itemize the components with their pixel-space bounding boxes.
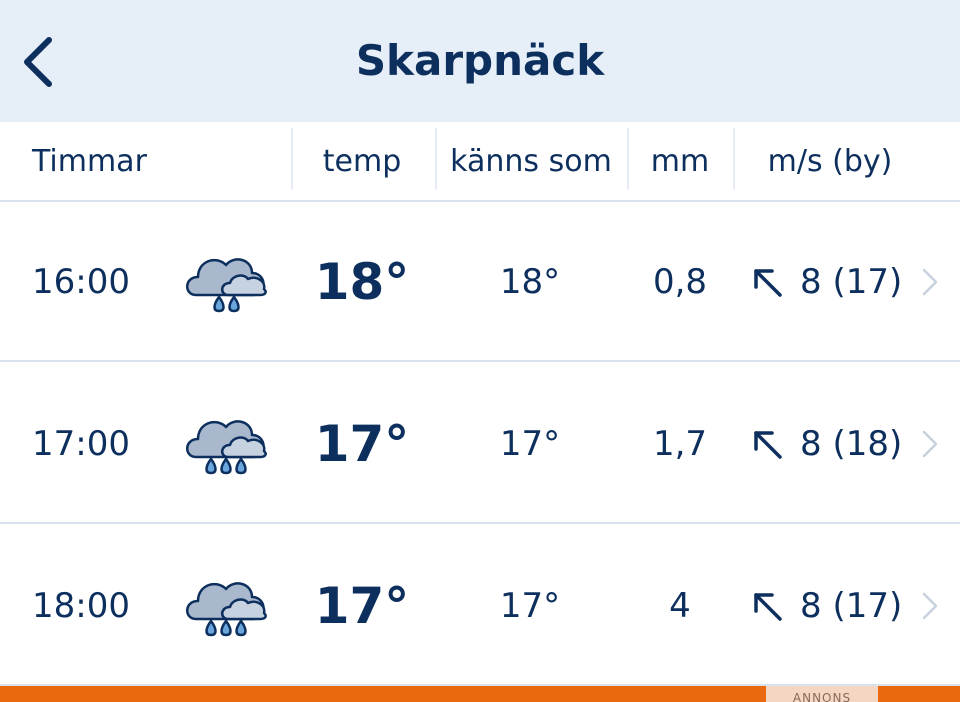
top-bar: Skarpnäck [0,0,960,122]
arrow-up-left-icon [750,262,790,302]
chevron-right-icon [920,202,944,362]
row-feels-like: 17° [499,424,561,464]
row-wind-value: 8 (17) [800,262,903,302]
row-temp: 17° [314,577,410,635]
rain-cloud-icon [182,202,272,362]
row-precip: 1,7 [652,424,708,464]
row-wind: 8 (18) [750,364,910,524]
page-title: Skarpnäck [355,36,605,85]
table-row[interactable]: 16:00 18° 18° 0,8 8 (17) [0,202,960,362]
column-divider [733,128,735,190]
column-header-hours: Timmar [32,143,147,179]
column-header-row: Timmar temp känns som mm m/s (by) [0,122,960,202]
column-divider [627,128,629,190]
row-time: 18:00 [32,586,130,626]
table-row[interactable]: 18:00 17° 17° 4 8 (17) [0,526,960,686]
row-wind: 8 (17) [750,202,910,362]
row-wind-value: 8 (17) [800,586,903,626]
ad-label: ANNONS [766,686,878,702]
column-divider [291,128,293,190]
table-row[interactable]: 17:00 17° 17° 1,7 8 (18) [0,364,960,524]
row-feels-like: 18° [499,262,561,302]
rain-cloud-icon [182,526,272,686]
chevron-right-icon [920,364,944,524]
row-precip: 4 [669,586,691,626]
rain-cloud-icon [182,364,272,524]
column-header-temp: temp [322,143,402,179]
column-header-precip: mm [650,143,710,179]
row-feels-like: 17° [499,586,561,626]
row-temp: 17° [314,415,410,473]
row-temp: 18° [314,253,410,311]
row-wind-value: 8 (18) [800,424,903,464]
row-precip: 0,8 [652,262,708,302]
row-time: 17:00 [32,424,130,464]
column-divider [435,128,437,190]
column-header-wind: m/s (by) [767,143,893,179]
arrow-up-left-icon [750,424,790,464]
arrow-up-left-icon [750,586,790,626]
chevron-right-icon [920,526,944,686]
column-header-feels-like: känns som [450,143,612,179]
row-time: 16:00 [32,262,130,302]
row-wind: 8 (17) [750,526,910,686]
ad-banner[interactable]: ANNONS [0,686,960,702]
